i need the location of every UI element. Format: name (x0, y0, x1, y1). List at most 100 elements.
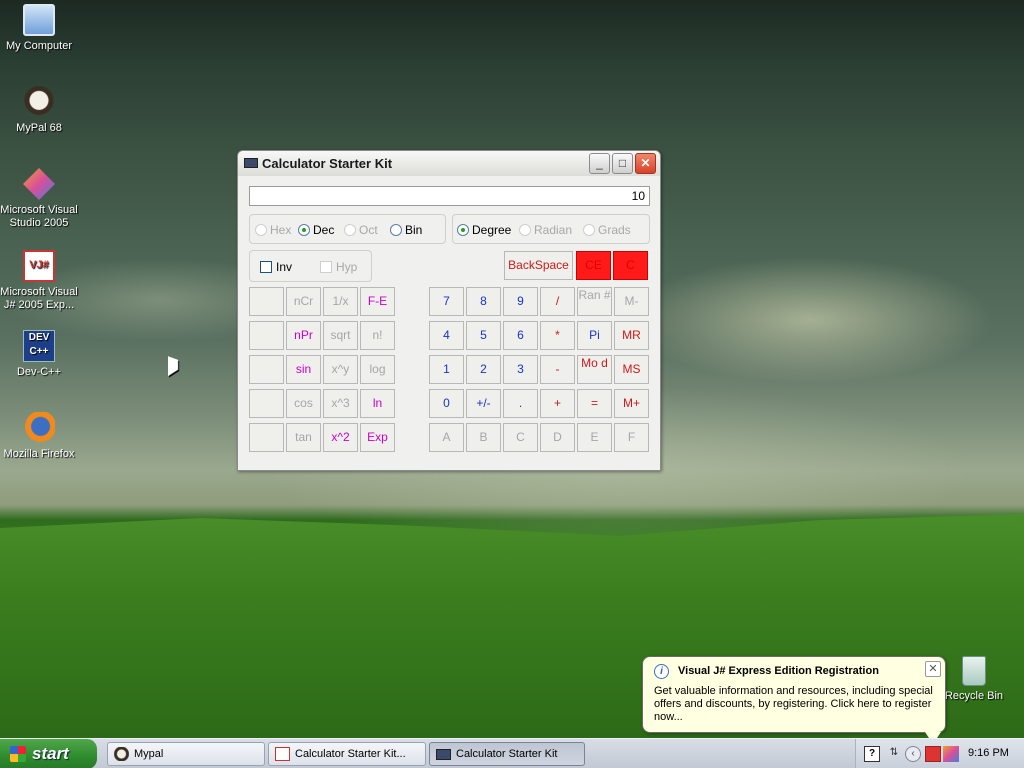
desktop-icon-visual-studio[interactable]: Microsoft Visual Studio 2005 (0, 168, 78, 230)
checkbox-hyp[interactable]: Hyp (320, 260, 357, 274)
key-a[interactable]: A (429, 423, 464, 452)
radio-bin[interactable]: Bin (390, 223, 422, 237)
key-n-[interactable]: n! (360, 321, 395, 350)
key-mod[interactable]: Mo d (577, 355, 612, 384)
checkbox-box (320, 261, 332, 273)
key-5[interactable]: 5 (466, 321, 501, 350)
key-multiply[interactable]: * (540, 321, 575, 350)
key-sin[interactable]: sin (286, 355, 321, 384)
key-exp[interactable]: Exp (360, 423, 395, 452)
key-x-y[interactable]: x^y (323, 355, 358, 384)
key-3[interactable]: 3 (503, 355, 538, 384)
balloon-text[interactable]: Get valuable information and resources, … (654, 685, 938, 724)
key-sqrt[interactable]: sqrt (323, 321, 358, 350)
key-f-e[interactable]: F-E (360, 287, 395, 316)
key-2[interactable]: 2 (466, 355, 501, 384)
key-1[interactable]: 1 (429, 355, 464, 384)
key-4[interactable]: 4 (429, 321, 464, 350)
minimize-button[interactable]: _ (589, 153, 610, 174)
calculator-window[interactable]: Calculator Starter Kit _ □ ✕ 1 0 Hex Dec … (237, 150, 661, 471)
radio-grads[interactable]: Grads (583, 223, 631, 237)
key-negate[interactable]: +/- (466, 389, 501, 418)
radio-oct[interactable]: Oct (344, 223, 378, 237)
start-button[interactable]: start (0, 739, 97, 768)
chevron-left-icon[interactable]: ‹ (905, 746, 921, 762)
key-7[interactable]: 7 (429, 287, 464, 316)
desktop-icon-recycle-bin[interactable]: Recycle Bin (935, 656, 1013, 703)
key-8[interactable]: 8 (466, 287, 501, 316)
key-decimal[interactable]: . (503, 389, 538, 418)
key-pi[interactable]: Pi (577, 321, 612, 350)
visual-studio-tray-icon[interactable] (943, 746, 959, 762)
desktop-icon-dev-cpp[interactable]: DEV C++ Dev-C++ (0, 330, 78, 379)
firefox-icon (23, 412, 55, 444)
key-0[interactable]: 0 (429, 389, 464, 418)
number-base-group: Hex Dec Oct Bin (249, 214, 446, 244)
close-button[interactable]: ✕ (635, 153, 656, 174)
desktop-icon-firefox[interactable]: Mozilla Firefox (0, 412, 78, 461)
registration-tray-icon[interactable] (925, 746, 941, 762)
key-ms[interactable]: MS (614, 355, 649, 384)
maximize-button[interactable]: □ (612, 153, 633, 174)
key-divide[interactable]: / (540, 287, 575, 316)
recycle-bin-icon (962, 656, 986, 686)
task-label: Calculator Starter Kit... (295, 748, 406, 760)
calculator-app-icon (244, 158, 258, 168)
clear-button[interactable]: C (613, 251, 648, 280)
key-m-minus[interactable]: M- (614, 287, 649, 316)
key-9[interactable]: 9 (503, 287, 538, 316)
clock[interactable]: 9:16 PM (968, 747, 1009, 759)
help-icon[interactable]: ? (864, 746, 880, 762)
radio-hex[interactable]: Hex (255, 223, 291, 237)
network-icon[interactable]: ⇅ (886, 746, 902, 762)
taskbar-button-calculator[interactable]: Calculator Starter Kit (429, 742, 585, 766)
key-blank[interactable] (249, 287, 284, 316)
desktop-icon-visual-jsharp[interactable]: VJ# Microsoft Visual J# 2005 Exp... (0, 250, 78, 312)
key-blank[interactable] (249, 321, 284, 350)
checkbox-inv[interactable]: Inv (260, 260, 292, 274)
taskbar-button-calculator-vj[interactable]: Calculator Starter Kit... (268, 742, 426, 766)
mypal-icon (23, 86, 55, 118)
key-c[interactable]: C (503, 423, 538, 452)
radio-degree[interactable]: Degree (457, 223, 511, 237)
key-m-plus[interactable]: M+ (614, 389, 649, 418)
key-plus[interactable]: + (540, 389, 575, 418)
key-x-3[interactable]: x^3 (323, 389, 358, 418)
key-d[interactable]: D (540, 423, 575, 452)
key-mr[interactable]: MR (614, 321, 649, 350)
key-blank[interactable] (249, 423, 284, 452)
radio-radian[interactable]: Radian (519, 223, 572, 237)
key-ncr[interactable]: nCr (286, 287, 321, 316)
clear-entry-button[interactable]: CE (576, 251, 611, 280)
key-minus[interactable]: - (540, 355, 575, 384)
key-blank[interactable] (249, 355, 284, 384)
key-log[interactable]: log (360, 355, 395, 384)
key-npr[interactable]: nPr (286, 321, 321, 350)
key-x-2[interactable]: x^2 (323, 423, 358, 452)
radio-dec[interactable]: Dec (298, 223, 334, 237)
key-b[interactable]: B (466, 423, 501, 452)
key-tan[interactable]: tan (286, 423, 321, 452)
key-equals[interactable]: = (577, 389, 612, 418)
registration-balloon[interactable]: i Visual J# Express Edition Registration… (642, 656, 946, 744)
calculator-app-icon (436, 749, 451, 760)
backspace-button[interactable]: BackSpace (504, 251, 573, 280)
key-cos[interactable]: cos (286, 389, 321, 418)
desktop-icon-my-computer[interactable]: My Computer (0, 4, 78, 53)
key-e[interactable]: E (577, 423, 612, 452)
radio-label: Bin (405, 223, 423, 237)
radio-indicator (457, 224, 469, 236)
taskbar-button-mypal[interactable]: Mypal (107, 742, 265, 766)
radio-indicator (583, 224, 595, 236)
key-1-x[interactable]: 1/x (323, 287, 358, 316)
key-6[interactable]: 6 (503, 321, 538, 350)
key-ln[interactable]: ln (360, 389, 395, 418)
my-computer-icon (23, 4, 55, 36)
key-blank[interactable] (249, 389, 284, 418)
window-titlebar[interactable]: Calculator Starter Kit _ □ ✕ (238, 151, 660, 176)
key-random[interactable]: Ran # (577, 287, 612, 316)
key-f[interactable]: F (614, 423, 649, 452)
desktop-icon-mypal[interactable]: MyPal 68 (0, 86, 78, 135)
balloon-close-button[interactable]: ✕ (925, 661, 941, 677)
balloon-title: Visual J# Express Edition Registration (678, 665, 879, 677)
